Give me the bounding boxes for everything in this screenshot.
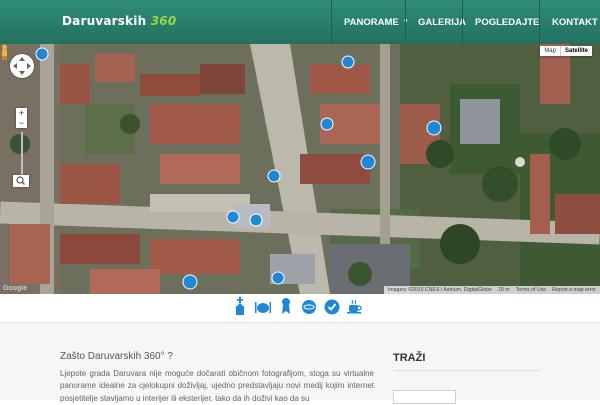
logo-number: 360	[150, 14, 177, 28]
zoom-out-button[interactable]: −	[16, 118, 27, 128]
terms-link[interactable]: Terms of Use	[516, 287, 547, 293]
search-input[interactable]	[393, 390, 456, 404]
satellite-map[interactable]: Map Satellite + − Google Imagery ©2015 C…	[0, 44, 600, 294]
pan-control[interactable]	[10, 54, 34, 78]
nav-label-kontakt: KONTAKT	[552, 16, 598, 28]
pan-arrows-icon	[13, 57, 31, 75]
category-icons	[231, 296, 364, 316]
zoom-control: + −	[16, 108, 27, 128]
sidebar-divider	[393, 370, 540, 371]
magnifier-icon	[16, 176, 25, 185]
checkmark-icon[interactable]	[323, 296, 341, 316]
map-type-control: Map Satellite	[540, 46, 592, 56]
map-type-satellite-button[interactable]: Satellite	[559, 46, 592, 56]
intro-paragraph: Ljepote grada Daruvara nije moguće dočar…	[60, 369, 374, 403]
map-search-button[interactable]	[13, 175, 29, 187]
nav-item-panorame[interactable]: PANORAME ▼	[331, 0, 409, 44]
nav-item-pogledajte[interactable]: POGLEDAJTE	[462, 0, 539, 44]
monument-icon[interactable]	[277, 296, 295, 316]
report-error-link[interactable]: Report a map error	[552, 287, 596, 293]
coffee-icon[interactable]	[346, 296, 364, 316]
zoom-in-button[interactable]: +	[16, 108, 27, 118]
content-area: Zašto Daruvarskih 360° ? Ljepote grada D…	[0, 323, 600, 404]
church-icon[interactable]	[231, 296, 249, 316]
nav-label-pogledajte: POGLEDAJTE	[475, 16, 540, 28]
site-logo[interactable]: Daruvarskih 360	[62, 14, 176, 28]
site-header: Daruvarskih 360 PANORAME ▼ GALERIJA POGLE…	[0, 0, 600, 44]
map-type-map-button[interactable]: Map	[540, 46, 560, 56]
imagery-credit: Imagery ©2015 CNES / Astrium, DigitalGlo…	[387, 287, 493, 293]
nav-item-kontakt[interactable]: KONTAKT	[539, 0, 600, 44]
panorama-icon[interactable]	[300, 296, 318, 316]
google-logo[interactable]: Google	[3, 285, 27, 292]
main-nav: PANORAME ▼ GALERIJA POGLEDAJTE KONTAKT	[331, 0, 600, 44]
nav-label-galerija: GALERIJA	[418, 16, 467, 28]
logo-text: Daruvarskih	[62, 14, 147, 28]
nav-label-panorame: PANORAME	[344, 16, 399, 28]
sidebar-search-heading: TRAŽI	[393, 352, 426, 364]
pegman-icon[interactable]	[0, 44, 9, 60]
map-attribution: Imagery ©2015 CNES / Astrium, DigitalGlo…	[383, 286, 600, 294]
category-icon-bar	[0, 294, 600, 323]
satellite-imagery	[0, 44, 600, 294]
scale-label: 20 m	[498, 287, 510, 293]
intro-heading: Zašto Daruvarskih 360° ?	[60, 351, 173, 362]
restaurant-icon[interactable]	[254, 296, 272, 316]
zoom-slider-track[interactable]	[21, 132, 23, 176]
nav-item-galerija[interactable]: GALERIJA	[405, 0, 466, 44]
